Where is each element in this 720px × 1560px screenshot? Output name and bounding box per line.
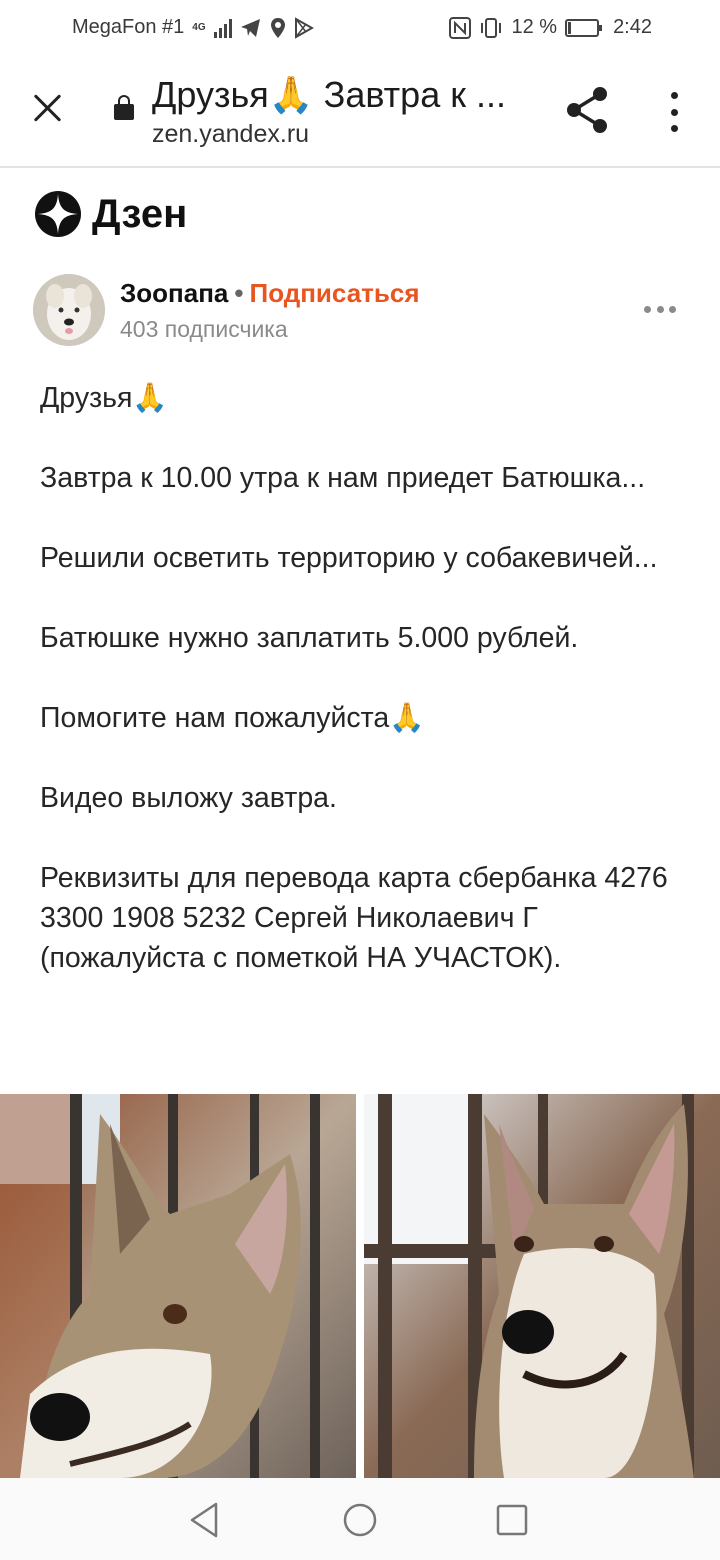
system-nav-bar (0, 1478, 720, 1560)
dog-photo-left[interactable] (0, 1094, 356, 1478)
article-paragraph: Батюшке нужно заплатить 5.000 рублей. (40, 622, 579, 654)
carrier-name: MegaFon #1 (72, 16, 185, 38)
more-menu-icon[interactable] (660, 92, 688, 132)
article-paragraph: Решили осветить территорию у собакевичей… (40, 542, 658, 574)
battery-percent: 12 % (511, 16, 558, 38)
battery-icon (565, 18, 603, 37)
status-right: 12 % 2:42 (449, 16, 652, 39)
subscriber-count: 403 подписчика (120, 316, 288, 342)
telegram-icon (240, 18, 260, 37)
dzen-logo-text: Дзен (92, 191, 188, 236)
page-url: zen.yandex.ru (152, 120, 310, 148)
location-icon (270, 17, 285, 38)
article-body: Друзья🙏 Завтра к 10.00 утра к нам приеде… (40, 378, 690, 1018)
clock: 2:42 (613, 16, 652, 38)
author-line: Зоопапа • Подписаться (120, 278, 420, 309)
home-icon[interactable] (340, 1500, 380, 1540)
signal-icon (213, 18, 232, 38)
article-paragraph: Помогите нам пожалуйста🙏 (40, 702, 425, 734)
close-icon[interactable] (28, 88, 68, 128)
network-type: 4G (192, 22, 206, 33)
battery-fill (568, 21, 572, 34)
recent-apps-icon[interactable] (492, 1500, 532, 1540)
article-paragraph: Завтра к 10.00 утра к нам приедет Батюшк… (40, 462, 646, 494)
dzen-logo[interactable]: Дзен (34, 190, 187, 238)
post-menu-icon[interactable] (644, 306, 676, 314)
page-title: Друзья🙏 Завтра к ... (152, 74, 506, 115)
article-paragraph: Видео выложу завтра. (40, 782, 337, 814)
article-paragraph: Друзья🙏 (40, 382, 168, 414)
back-icon[interactable] (186, 1500, 226, 1540)
avatar[interactable] (33, 274, 105, 346)
share-icon[interactable] (566, 86, 610, 134)
status-bar: MegaFon #1 4G 12 % 2:42 (0, 0, 720, 56)
vibrate-icon (481, 17, 502, 38)
browser-toolbar: Друзья🙏 Завтра к ... zen.yandex.ru (0, 56, 720, 168)
status-left: MegaFon #1 4G (72, 16, 314, 39)
nfc-icon (449, 16, 472, 39)
play-store-icon (294, 16, 314, 39)
separator-dot: • (234, 278, 244, 308)
dzen-logo-icon (35, 191, 81, 237)
dog-photo-right[interactable] (364, 1094, 720, 1478)
article-paragraph: Реквизиты для перевода карта сбербанка 4… (40, 862, 668, 974)
subscribe-button[interactable]: Подписаться (250, 278, 420, 308)
author-name[interactable]: Зоопапа (120, 278, 228, 308)
lock-icon (114, 95, 134, 120)
